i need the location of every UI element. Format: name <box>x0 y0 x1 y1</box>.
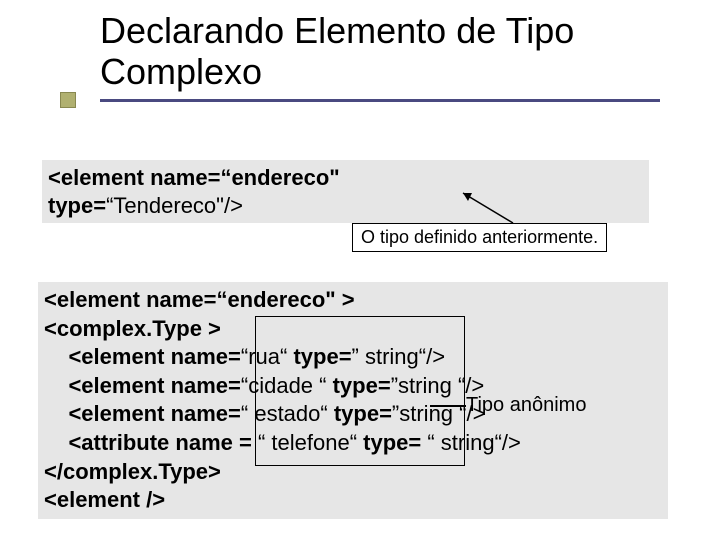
note-previous-type: O tipo definido anteriormente. <box>352 223 607 252</box>
code2-line1: <element name=“endereco" > <box>44 286 662 315</box>
code2-line3: <element name=“rua“ type=” string“/> <box>44 343 662 372</box>
note-anonymous-type: Tipo anônimo <box>466 394 586 417</box>
title-underline <box>100 99 660 102</box>
code1-line1: <element name=“endereco" <box>48 164 643 192</box>
code2-line7: </complex.Type> <box>44 458 662 487</box>
slide-title: Declarando Elemento de Tipo Complexo <box>100 10 660 99</box>
title-bullet-square <box>60 92 76 108</box>
code-block-1: <element name=“endereco" type=“Tendereco… <box>42 160 649 223</box>
arrow-to-type <box>458 188 518 228</box>
code2-line6: <attribute name = “ telefone“ type= “ st… <box>44 429 662 458</box>
code2-line2: <complex.Type > <box>44 315 662 344</box>
code1-line2: type=“Tendereco"/> <box>48 192 643 220</box>
code2-line8: <element /> <box>44 486 662 515</box>
callout-line <box>430 405 466 407</box>
